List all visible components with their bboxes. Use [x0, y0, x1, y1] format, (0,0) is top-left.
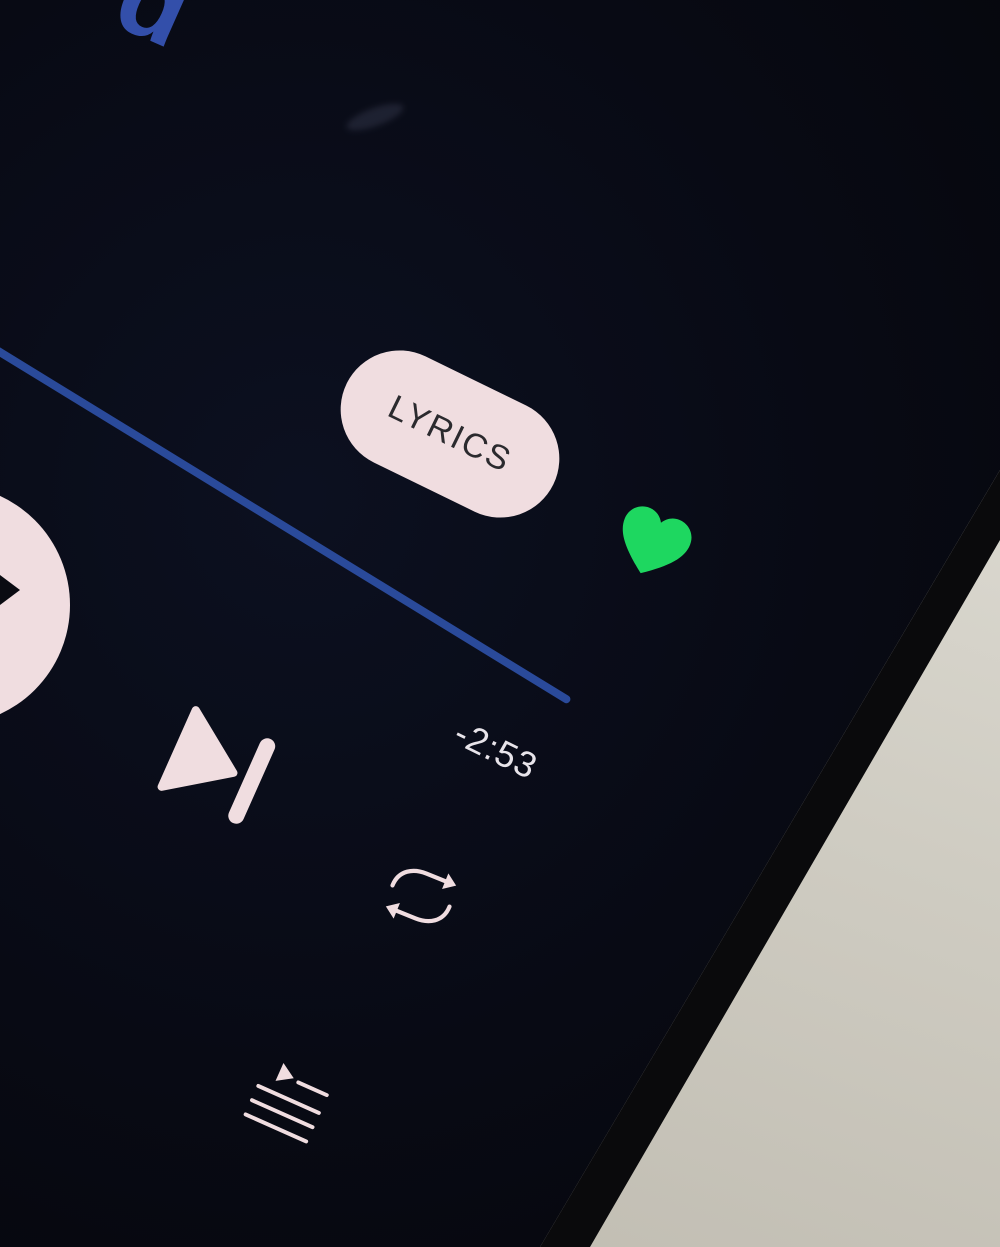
now-playing-panel: d LYRICS -2:53	[0, 0, 1000, 1247]
queue-icon[interactable]	[235, 1050, 340, 1157]
screen-glare	[343, 98, 407, 136]
repeat-icon[interactable]	[367, 845, 475, 948]
time-remaining: -2:53	[448, 712, 545, 788]
skip-next-icon[interactable]	[141, 688, 304, 848]
photo-scene: d LYRICS -2:53	[0, 0, 1000, 1247]
track-title-fragment: d	[99, 0, 213, 73]
play-pause-button[interactable]	[0, 485, 70, 725]
lyrics-button[interactable]: LYRICS	[320, 330, 580, 538]
heart-icon[interactable]	[600, 493, 704, 597]
